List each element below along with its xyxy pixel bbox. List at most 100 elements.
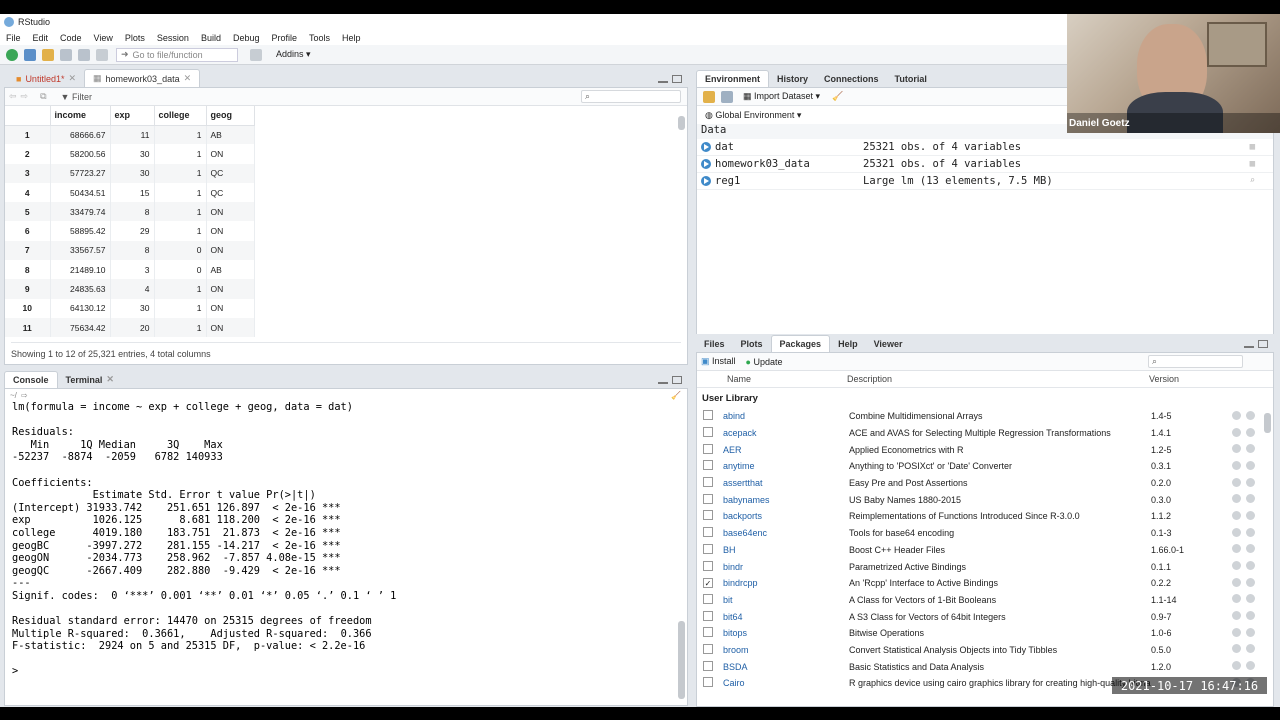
- help-icon[interactable]: [1232, 644, 1241, 654]
- package-name-link[interactable]: abind: [723, 408, 849, 425]
- package-name-link[interactable]: BSDA: [723, 658, 849, 675]
- view-data-icon[interactable]: ▦: [1250, 142, 1255, 152]
- package-name-link[interactable]: AER: [723, 441, 849, 458]
- console-scrollbar[interactable]: [678, 621, 685, 701]
- package-name-link[interactable]: assertthat: [723, 475, 849, 492]
- expand-icon[interactable]: [701, 159, 711, 169]
- remove-package-icon[interactable]: [1246, 577, 1255, 587]
- package-checkbox[interactable]: ✓: [703, 578, 713, 589]
- packages-header-description[interactable]: Description: [847, 374, 1149, 384]
- package-checkbox[interactable]: [703, 660, 713, 671]
- tab-untitled1[interactable]: ■ Untitled1* ✕: [4, 70, 85, 87]
- column-header-income[interactable]: income: [50, 106, 111, 126]
- remove-package-icon[interactable]: [1246, 527, 1255, 537]
- remove-package-icon[interactable]: [1246, 594, 1255, 604]
- help-icon[interactable]: [1232, 527, 1241, 537]
- maximize-icon[interactable]: [672, 75, 682, 83]
- packages-header-name[interactable]: Name: [697, 374, 847, 384]
- help-icon[interactable]: [1232, 611, 1241, 621]
- new-project-icon[interactable]: [24, 48, 36, 61]
- tab-packages[interactable]: Packages: [770, 335, 831, 352]
- package-name-link[interactable]: bit: [723, 592, 849, 609]
- package-checkbox[interactable]: [703, 677, 713, 688]
- package-search-input[interactable]: ⌕: [1148, 355, 1243, 368]
- new-file-icon[interactable]: [6, 48, 18, 61]
- close-icon[interactable]: ✕: [184, 73, 192, 84]
- save-all-icon[interactable]: [78, 48, 90, 61]
- remove-package-icon[interactable]: [1246, 410, 1255, 420]
- save-workspace-icon[interactable]: [721, 90, 733, 103]
- install-button[interactable]: ▣ Install: [701, 356, 736, 367]
- remove-package-icon[interactable]: [1246, 661, 1255, 671]
- menu-edit[interactable]: Edit: [27, 33, 55, 43]
- package-checkbox[interactable]: [703, 460, 713, 471]
- close-icon[interactable]: ✕: [106, 374, 114, 385]
- env-item[interactable]: dat 25321 obs. of 4 variables ▦: [697, 139, 1273, 156]
- remove-package-icon[interactable]: [1246, 427, 1255, 437]
- menu-help[interactable]: Help: [336, 33, 367, 43]
- remove-package-icon[interactable]: [1246, 561, 1255, 571]
- goto-directory-icon[interactable]: ⇨: [21, 391, 28, 400]
- inspect-icon[interactable]: ⌕: [1250, 176, 1255, 186]
- remove-package-icon[interactable]: [1246, 494, 1255, 504]
- help-icon[interactable]: [1232, 561, 1241, 571]
- tab-viewer[interactable]: Viewer: [865, 336, 911, 352]
- remove-package-icon[interactable]: [1246, 544, 1255, 554]
- clear-console-icon[interactable]: 🧹: [671, 391, 681, 400]
- help-icon[interactable]: [1232, 544, 1241, 554]
- menu-profile[interactable]: Profile: [266, 33, 304, 43]
- package-name-link[interactable]: anytime: [723, 458, 849, 475]
- expand-icon[interactable]: [701, 142, 711, 152]
- menu-plots[interactable]: Plots: [119, 33, 151, 43]
- package-name-link[interactable]: base64enc: [723, 525, 849, 542]
- tab-plots[interactable]: Plots: [732, 336, 771, 352]
- menu-debug[interactable]: Debug: [227, 33, 266, 43]
- package-name-link[interactable]: bindrcpp: [723, 575, 849, 592]
- package-checkbox[interactable]: [703, 443, 713, 454]
- help-icon[interactable]: [1232, 460, 1241, 470]
- packages-header-version[interactable]: Version: [1149, 374, 1179, 384]
- back-arrow-icon[interactable]: ⇦: [9, 91, 17, 102]
- package-checkbox[interactable]: [703, 643, 713, 654]
- remove-package-icon[interactable]: [1246, 644, 1255, 654]
- print-icon[interactable]: [96, 48, 108, 61]
- package-name-link[interactable]: Cairo: [723, 675, 849, 692]
- package-checkbox[interactable]: [703, 510, 713, 521]
- save-icon[interactable]: [60, 48, 72, 61]
- data-search-input[interactable]: ⌕: [581, 90, 681, 103]
- view-data-icon[interactable]: ▦: [1250, 159, 1255, 169]
- console-body[interactable]: ~/ ⇨ 🧹 lm(formula = income ~ exp + colle…: [4, 388, 688, 706]
- open-folder-icon[interactable]: [42, 48, 54, 61]
- package-checkbox[interactable]: [703, 493, 713, 504]
- package-checkbox[interactable]: [703, 593, 713, 604]
- addins-button[interactable]: Addins ▾: [276, 49, 311, 60]
- package-checkbox[interactable]: [703, 543, 713, 554]
- menu-file[interactable]: File: [0, 33, 27, 43]
- filter-button[interactable]: ▼ Filter: [61, 92, 92, 102]
- help-icon[interactable]: [1232, 427, 1241, 437]
- menu-view[interactable]: View: [88, 33, 119, 43]
- package-name-link[interactable]: BH: [723, 542, 849, 559]
- remove-package-icon[interactable]: [1246, 444, 1255, 454]
- forward-arrow-icon[interactable]: ⇨: [21, 91, 29, 102]
- tab-homework03-data[interactable]: ▦ homework03_data ✕: [84, 69, 201, 87]
- close-icon[interactable]: ✕: [68, 73, 76, 84]
- package-name-link[interactable]: backports: [723, 508, 849, 525]
- maximize-icon[interactable]: [672, 376, 682, 384]
- tab-environment[interactable]: Environment: [696, 70, 770, 87]
- help-icon[interactable]: [1232, 577, 1241, 587]
- remove-package-icon[interactable]: [1246, 477, 1255, 487]
- load-workspace-icon[interactable]: [703, 90, 715, 103]
- expand-icon[interactable]: [701, 176, 711, 186]
- menu-tools[interactable]: Tools: [303, 33, 336, 43]
- help-icon[interactable]: [1232, 494, 1241, 504]
- help-icon[interactable]: [1232, 661, 1241, 671]
- menu-session[interactable]: Session: [151, 33, 195, 43]
- remove-package-icon[interactable]: [1246, 611, 1255, 621]
- package-name-link[interactable]: acepack: [723, 425, 849, 442]
- column-header-college[interactable]: college: [154, 106, 207, 126]
- packages-scrollbar[interactable]: [1264, 413, 1271, 703]
- package-name-link[interactable]: bindr: [723, 558, 849, 575]
- scope-dropdown[interactable]: ◍ Global Environment ▾: [705, 110, 801, 121]
- help-icon[interactable]: [1232, 627, 1241, 637]
